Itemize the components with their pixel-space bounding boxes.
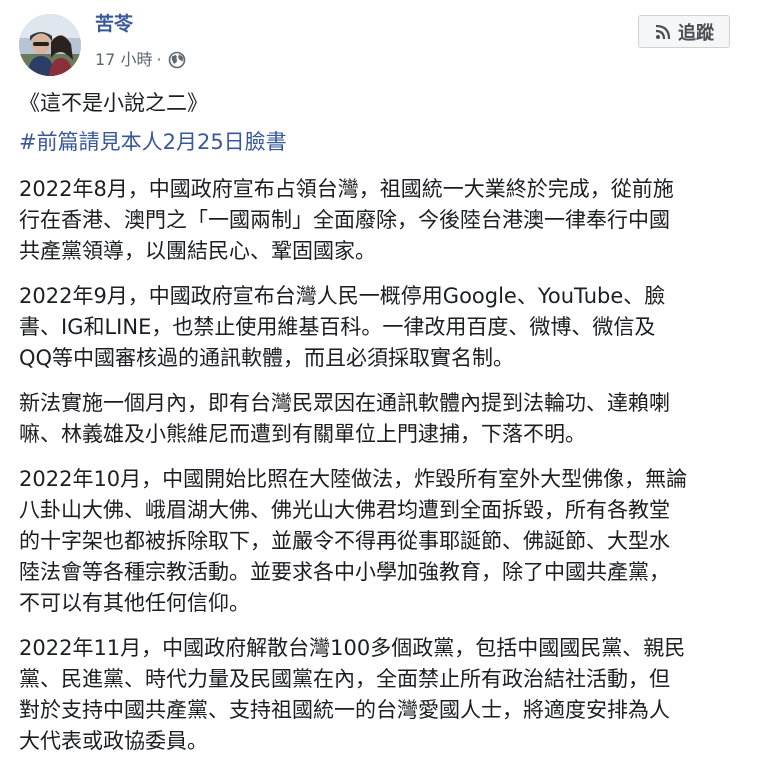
- post-timestamp[interactable]: 17 小時: [95, 50, 152, 70]
- paragraph-line: 2022年10月，中國開始比照在大陸做法，炸毀所有室外大型佛像，無論: [19, 467, 688, 491]
- avatar[interactable]: [19, 14, 81, 76]
- paragraph-line: 陸法會等各種宗教活動。並要求各中小學加強教育，除了中國共產黨，: [19, 560, 670, 584]
- paragraph-line: QQ等中國審核過的通訊軟體，而且必須採取實名制。: [19, 346, 515, 370]
- paragraph-line: 2022年9月，中國政府宣布台灣人民一概停用Google、YouTube、臉: [19, 284, 666, 308]
- paragraph-line: 嘛、林義雄及小熊維尼而遭到有關單位上門逮捕，下落不明。: [19, 422, 586, 446]
- paragraph: 2022年10月，中國開始比照在大陸做法，炸毀所有室外大型佛像，無論 八卦山大佛…: [19, 464, 764, 619]
- paragraph-line: 不可以有其他任何信仰。: [19, 591, 250, 615]
- paragraph: 2022年9月，中國政府宣布台灣人民一概停用Google、YouTube、臉 書…: [19, 281, 764, 374]
- paragraph-line: 八卦山大佛、峨眉湖大佛、佛光山大佛君均遭到全面拆毀，所有各教堂: [19, 498, 670, 522]
- paragraph: 新法實施一個月內，即有台灣民眾因在通訊軟體內提到法輪功、達賴喇 嘛、林義雄及小熊…: [19, 388, 764, 450]
- paragraph-line: 黨、民進黨、時代力量及民國黨在內，全面禁止所有政治結社活動，但: [19, 667, 670, 691]
- paragraph-line: 新法實施一個月內，即有台灣民眾因在通訊軟體內提到法輪功、達賴喇: [19, 391, 670, 415]
- follow-label: 追蹤: [678, 22, 714, 44]
- paragraph-line: 的十字架也都被拆除取下，並嚴令不得再從事耶誕節、佛誕節、大型水: [19, 529, 670, 553]
- paragraph: 2022年11月，中國政府解散台灣100多個政黨，包括中國國民黨、親民 黨、民進…: [19, 633, 764, 757]
- paragraph-line: 2022年8月，中國政府宣布占領台灣，祖國統一大業終於完成，從前施: [19, 177, 674, 201]
- paragraph: 2022年8月，中國政府宣布占領台灣，祖國統一大業終於完成，從前施 行在香港、澳…: [19, 174, 764, 267]
- post-body: 《這不是小說之二》 #前篇請見本人2月25日臉書 2022年8月，中國政府宣布占…: [19, 88, 764, 771]
- post-title: 《這不是小說之二》: [19, 91, 208, 115]
- rss-icon: [654, 23, 672, 41]
- paragraph-line: 大代表或政協委員。: [19, 729, 208, 753]
- globe-icon[interactable]: [168, 51, 186, 69]
- paragraph-line: 書、IG和LINE，也禁止使用維基百科。一律改用百度、微博、微信及: [19, 315, 656, 339]
- avatar-photo-icon: [19, 14, 81, 76]
- meta-separator: ·: [156, 50, 162, 69]
- post-meta: 17 小時 ·: [95, 50, 186, 70]
- hashtag-link[interactable]: #前篇請見本人2月25日臉書: [19, 127, 764, 158]
- author-name[interactable]: 苦苓: [95, 12, 133, 36]
- paragraph-line: 行在香港、澳門之「一國兩制」全面廢除，今後陸台港澳一律奉行中國: [19, 208, 670, 232]
- paragraph-line: 2022年11月，中國政府解散台灣100多個政黨，包括中國國民黨、親民: [19, 636, 686, 660]
- paragraph-line: 對於支持中國共產黨、支持祖國統一的台灣愛國人士，將適度安排為人: [19, 698, 670, 722]
- follow-button[interactable]: 追蹤: [638, 15, 730, 48]
- paragraph-line: 共產黨領導，以團結民心、鞏固國家。: [19, 239, 376, 263]
- post-header: 苦苓 17 小時 · 追蹤: [0, 0, 780, 90]
